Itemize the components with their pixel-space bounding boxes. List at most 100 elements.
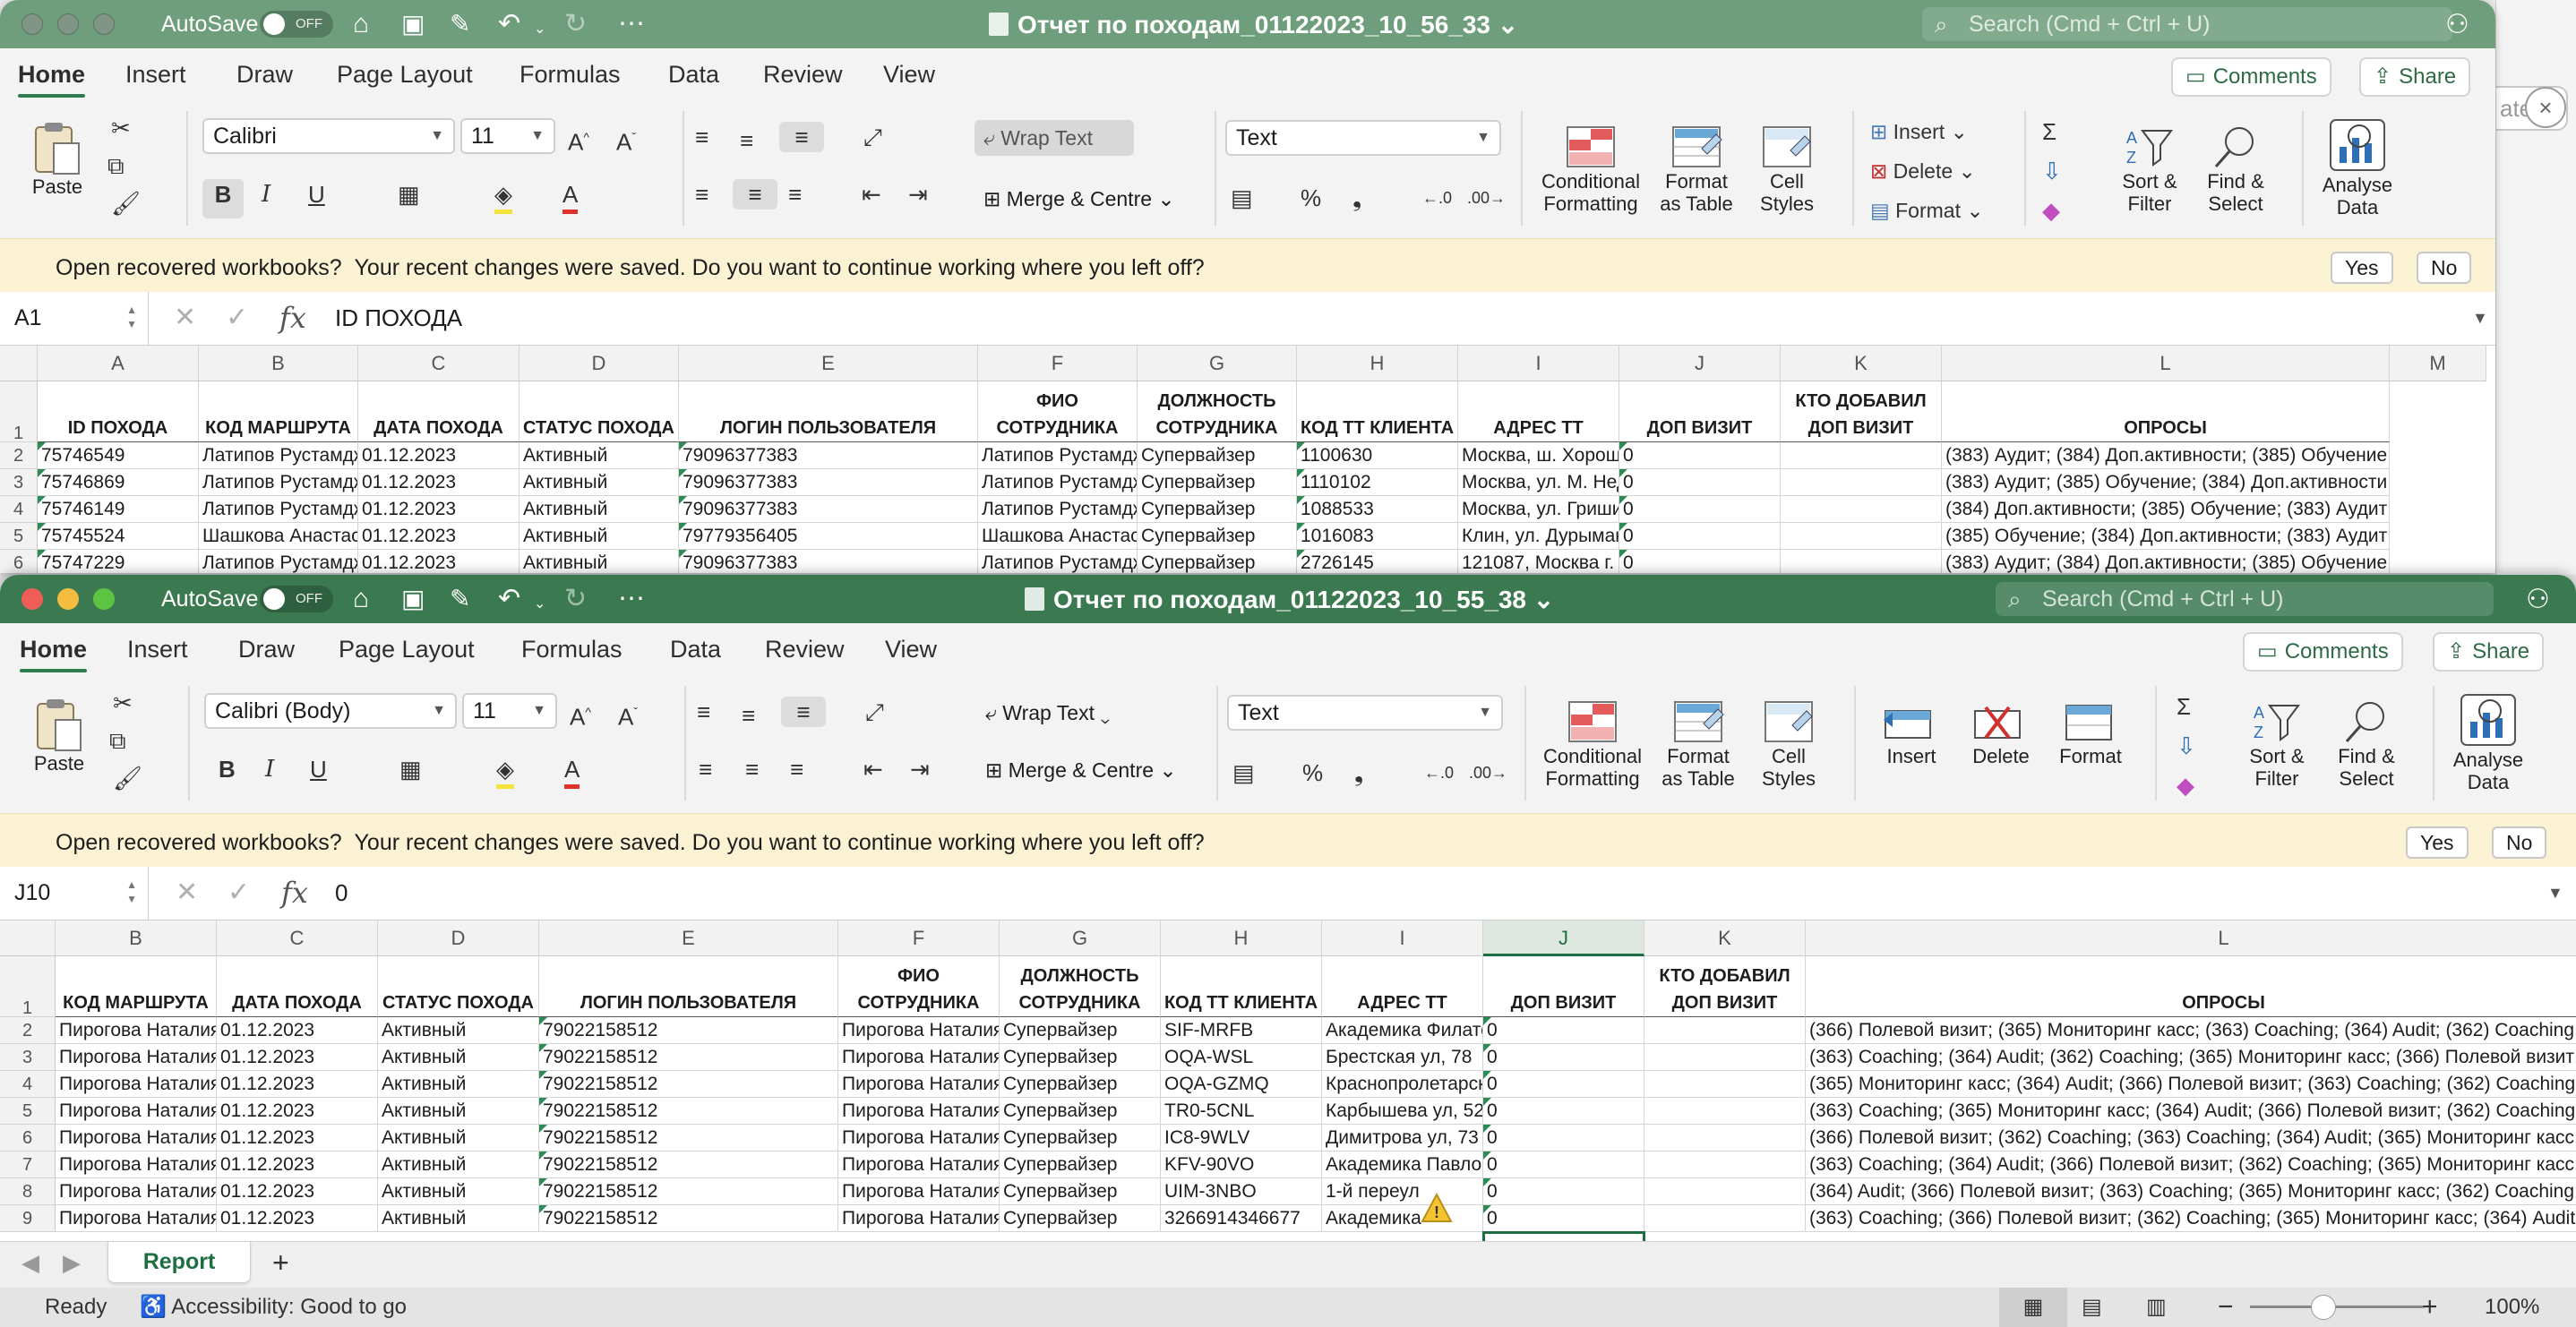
autosum-icon[interactable]: Σ [2177, 691, 2191, 722]
table-cell[interactable]: 79779356405 [679, 523, 978, 550]
column-title[interactable]: КТО ДОБАВИЛ ДОП ВИЗИТ [1781, 381, 1942, 442]
column-header-e[interactable]: E [679, 346, 978, 381]
column-header-i[interactable]: I [1458, 346, 1619, 381]
font-name-select[interactable]: Calibri ▼ [202, 118, 455, 154]
table-cell[interactable]: Пирогова Наталия [838, 1125, 1000, 1151]
select-all-corner[interactable] [0, 346, 38, 381]
table-cell[interactable]: 75747229 [38, 550, 199, 573]
table-cell[interactable]: Супервайзер [1138, 523, 1297, 550]
find-select-button[interactable]: Find & Select [2193, 124, 2279, 215]
row-header[interactable]: 3 [0, 1044, 56, 1071]
table-cell[interactable]: 01.12.2023 [217, 1125, 378, 1151]
zoom-out-icon[interactable]: − [2218, 1288, 2234, 1327]
autosave-toggle[interactable]: OFF [260, 11, 333, 38]
table-cell[interactable]: Карбышева ул, 52 [1322, 1098, 1483, 1125]
table-cell[interactable]: Пирогова Наталия [56, 1205, 217, 1232]
table-cell[interactable]: 01.12.2023 [358, 496, 519, 523]
table-cell[interactable]: KFV-90VO [1161, 1151, 1322, 1178]
maximize-window-button[interactable] [93, 588, 115, 610]
column-title[interactable]: АДРЕС ТТ [1458, 381, 1619, 442]
zoom-in-icon[interactable]: + [2422, 1288, 2438, 1327]
table-cell[interactable]: Супервайзер [1138, 550, 1297, 573]
table-cell[interactable]: Пирогова Наталия [838, 1071, 1000, 1098]
table-cell[interactable]: Латипов Рустамдж [199, 469, 358, 496]
orientation-icon[interactable]: ⤢ [863, 122, 882, 152]
row-header[interactable]: 2 [0, 1017, 56, 1044]
yes-button[interactable]: Yes [2406, 826, 2469, 859]
format-painter-icon[interactable]: 🖌 [113, 763, 142, 793]
table-cell[interactable]: 1-й переул [1322, 1178, 1483, 1205]
table-cell[interactable]: Активный [378, 1205, 539, 1232]
cut-icon[interactable]: ✂ [111, 113, 131, 143]
format-as-table-button[interactable]: Format as Table [1650, 124, 1743, 215]
column-header-h[interactable]: H [1161, 920, 1322, 956]
table-cell[interactable]: 121087, Москва г. [1458, 550, 1619, 573]
table-cell[interactable]: Супервайзер [1138, 442, 1297, 469]
table-cell[interactable] [1781, 469, 1942, 496]
table-cell[interactable]: Супервайзер [1000, 1098, 1161, 1125]
column-header-i[interactable]: I [1322, 920, 1483, 956]
paste-button[interactable]: Paste [18, 697, 100, 775]
table-cell[interactable]: UIM-3NBO [1161, 1178, 1322, 1205]
close-window-button[interactable] [21, 13, 43, 35]
column-title[interactable]: ДОП ВИЗИТ [1619, 381, 1781, 442]
decrease-font-icon[interactable]: Aˇ [618, 697, 638, 732]
table-cell[interactable] [1781, 442, 1942, 469]
undo-dropdown-icon[interactable]: ⌄ [534, 589, 545, 620]
table-cell[interactable]: 2726145 [1297, 550, 1458, 573]
column-header-f[interactable]: F [838, 920, 1000, 956]
table-cell[interactable]: Пирогова Наталия [838, 1044, 1000, 1071]
minimize-window-button[interactable] [57, 13, 79, 35]
increase-decimal-icon[interactable]: ←.0 [1422, 183, 1452, 213]
spreadsheet-grid[interactable]: A B C D E F G H I J K L M 1 ID ПОХОДА КОД МАРШРУТА ДАТА … [0, 346, 2495, 573]
table-cell[interactable]: 0 [1483, 1125, 1644, 1151]
tab-data[interactable]: Data [668, 61, 719, 89]
table-cell[interactable] [1644, 1151, 1806, 1178]
tab-home[interactable]: Home [20, 636, 88, 672]
table-cell[interactable]: 79022158512 [539, 1125, 838, 1151]
merge-centre-button[interactable]: ⊞ Merge & Centre ⌄ [976, 752, 1200, 788]
table-cell[interactable]: SIF-MRFB [1161, 1017, 1322, 1044]
row-header[interactable]: 3 [0, 469, 38, 496]
table-cell[interactable]: (384) Доп.активности; (385) Обучение; (3… [1942, 496, 2390, 523]
table-cell[interactable]: Пирогова Наталия [56, 1125, 217, 1151]
table-cell[interactable] [1644, 1178, 1806, 1205]
column-title[interactable]: ДОЛЖНОСТЬ СОТРУДНИКА [1138, 381, 1297, 442]
table-cell[interactable]: Супервайзер [1000, 1151, 1161, 1178]
find-select-button[interactable]: Find & Select [2323, 698, 2409, 790]
tab-data[interactable]: Data [670, 636, 721, 664]
table-cell[interactable]: OQA-GZMQ [1161, 1071, 1322, 1098]
table-cell[interactable]: Димитрова ул, 73 [1322, 1125, 1483, 1151]
table-cell[interactable]: 79096377383 [679, 496, 978, 523]
comments-button[interactable]: ▭ Comments [2243, 632, 2403, 672]
fill-icon[interactable]: ⇩ [2177, 731, 2196, 761]
table-cell[interactable]: 79096377383 [679, 442, 978, 469]
percent-icon[interactable]: % [1302, 758, 1323, 788]
table-cell[interactable]: 0 [1619, 550, 1781, 573]
decrease-indent-icon[interactable]: ⇤ [863, 754, 883, 784]
insert-function-icon[interactable]: fx [279, 292, 306, 344]
align-right-icon[interactable]: ≡ [788, 179, 802, 210]
row-header[interactable]: 4 [0, 1071, 56, 1098]
column-header-d[interactable]: D [378, 920, 539, 956]
table-cell[interactable]: 1100630 [1297, 442, 1458, 469]
autosave-toggle[interactable]: OFF [260, 586, 333, 612]
copy-icon[interactable]: ⧉ [109, 725, 126, 756]
share-button[interactable]: ⇪ Share [2433, 632, 2545, 672]
table-cell[interactable]: Пирогова Наталия [838, 1151, 1000, 1178]
table-cell[interactable]: 79022158512 [539, 1017, 838, 1044]
align-right-icon[interactable]: ≡ [790, 754, 803, 784]
table-cell[interactable]: 75746149 [38, 496, 199, 523]
table-cell[interactable]: Пирогова Наталия [56, 1098, 217, 1125]
table-cell[interactable] [1781, 550, 1942, 573]
account-icon[interactable]: ⚇ [2526, 584, 2550, 615]
cancel-edit-icon[interactable]: ✕ [174, 292, 196, 344]
table-cell[interactable]: Латипов Рустамдж [978, 469, 1138, 496]
table-cell[interactable]: Пирогова Наталия [56, 1044, 217, 1071]
tab-insert[interactable]: Insert [127, 636, 188, 664]
accessibility-status[interactable]: ♿ Accessibility: Good to go [140, 1288, 407, 1327]
table-cell[interactable]: Академика [1322, 1205, 1483, 1232]
table-cell[interactable]: Клин, ул. Дурыман [1458, 523, 1619, 550]
table-cell[interactable]: Супервайзер [1138, 469, 1297, 496]
home-icon[interactable]: ⌂ [353, 584, 369, 614]
